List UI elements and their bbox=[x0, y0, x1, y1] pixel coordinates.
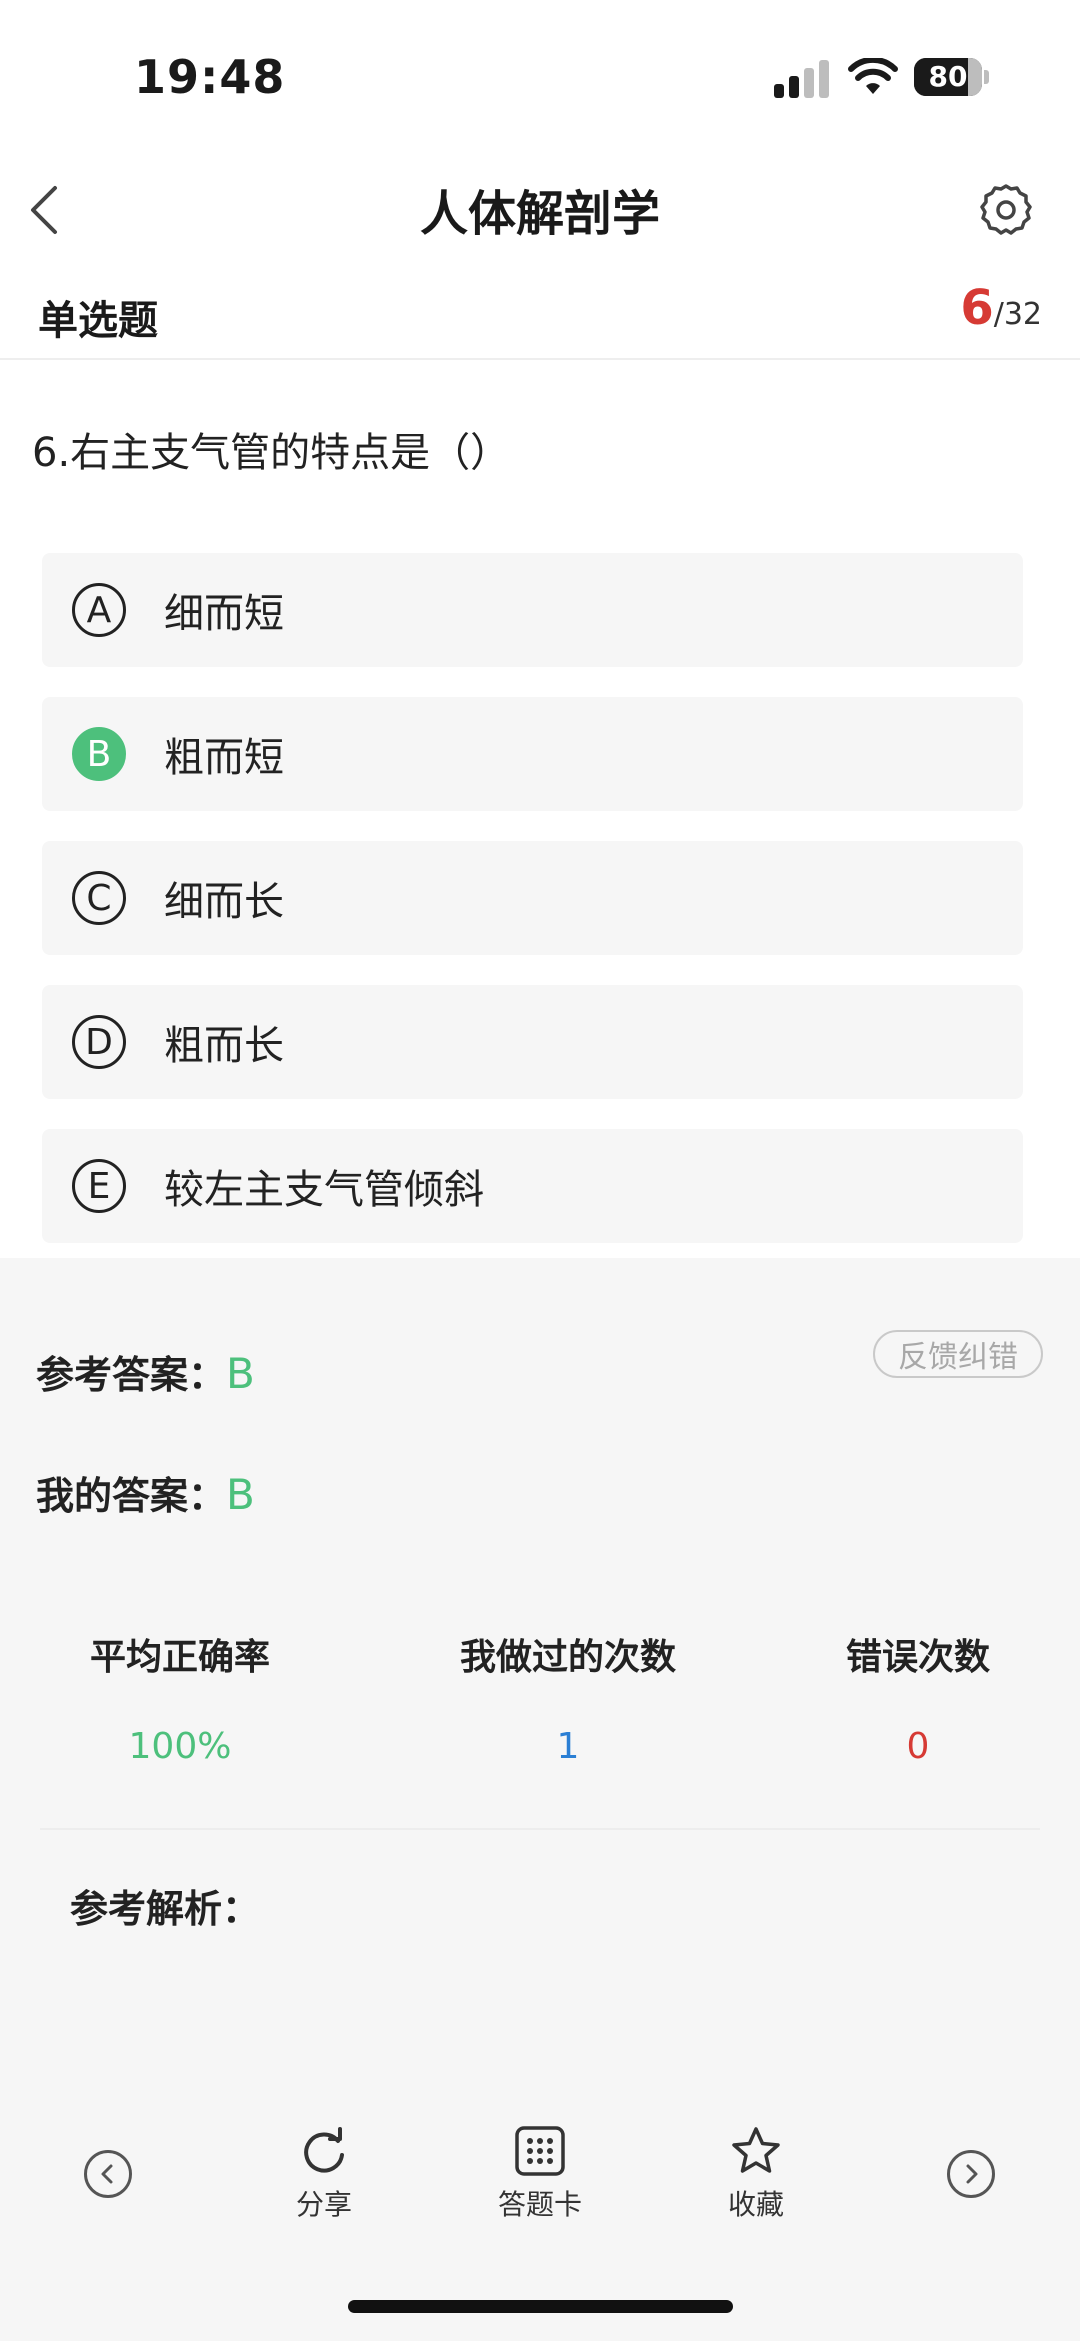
next-question-button[interactable] bbox=[947, 2150, 995, 2198]
stat-attempts: 我做过的次数 1 bbox=[440, 1628, 696, 1767]
stat-value: 1 bbox=[556, 1726, 580, 1767]
prev-question-button[interactable] bbox=[84, 2150, 132, 2198]
answer-card-button[interactable]: 答题卡 bbox=[484, 2125, 596, 2223]
star-icon bbox=[732, 2127, 780, 2173]
status-bar: 19:48 80 bbox=[0, 0, 1080, 150]
progress-total: /32 bbox=[993, 297, 1042, 332]
option-letter-selected: B bbox=[72, 727, 126, 781]
options-list: A 细而短 B 粗而短 C 细而长 D 粗而长 E 较左主支气管倾斜 bbox=[42, 553, 1023, 1273]
my-answer-label: 我的答案： bbox=[36, 1474, 227, 1518]
reference-answer-value: B bbox=[226, 1349, 255, 1398]
option-letter: E bbox=[72, 1159, 126, 1213]
favorite-label: 收藏 bbox=[727, 2188, 784, 2221]
gear-icon bbox=[980, 184, 1032, 235]
stat-label: 我做过的次数 bbox=[459, 1637, 676, 1678]
option-letter: D bbox=[72, 1015, 126, 1069]
option-text: 细而长 bbox=[164, 879, 284, 925]
question-progress: 6/32 bbox=[960, 280, 1042, 336]
chevron-right-icon bbox=[966, 2164, 978, 2184]
option-text: 粗而短 bbox=[164, 735, 284, 781]
battery-icon: 80 bbox=[914, 58, 982, 96]
option-text: 较左主支气管倾斜 bbox=[164, 1167, 484, 1213]
option-text: 细而短 bbox=[164, 591, 284, 637]
stat-value: 100% bbox=[128, 1726, 232, 1767]
option-letter: C bbox=[72, 871, 126, 925]
stat-accuracy: 平均正确率 100% bbox=[80, 1628, 280, 1767]
stat-label: 平均正确率 bbox=[89, 1637, 270, 1678]
stat-label: 错误次数 bbox=[845, 1637, 990, 1678]
option-e[interactable]: E 较左主支气管倾斜 bbox=[42, 1129, 1023, 1243]
answer-card-label: 答题卡 bbox=[497, 2188, 582, 2221]
option-b[interactable]: B 粗而短 bbox=[42, 697, 1023, 811]
battery-level: 80 bbox=[928, 60, 968, 93]
page-title: 人体解剖学 bbox=[419, 186, 660, 242]
stat-errors: 错误次数 0 bbox=[818, 1628, 1018, 1767]
progress-current: 6 bbox=[960, 280, 994, 336]
option-a[interactable]: A 细而短 bbox=[42, 553, 1023, 667]
signal-icon bbox=[772, 58, 832, 98]
question-text: 6.右主支气管的特点是（） bbox=[32, 430, 511, 476]
settings-button[interactable] bbox=[976, 180, 1036, 240]
question-type-label: 单选题 bbox=[38, 298, 158, 344]
question-type-row: 单选题 6/32 bbox=[0, 272, 1080, 360]
favorite-button[interactable]: 收藏 bbox=[706, 2125, 806, 2223]
reference-answer: 参考答案：B bbox=[36, 1344, 255, 1399]
analysis-label: 参考解析： bbox=[70, 1887, 261, 1931]
share-button[interactable]: 分享 bbox=[274, 2125, 374, 2223]
reference-answer-label: 参考答案： bbox=[36, 1353, 227, 1397]
stat-value: 0 bbox=[906, 1726, 930, 1767]
battery-cap bbox=[984, 70, 989, 84]
home-indicator bbox=[348, 2300, 733, 2313]
option-c[interactable]: C 细而长 bbox=[42, 841, 1023, 955]
status-time: 19:48 bbox=[134, 50, 286, 104]
my-answer-value: B bbox=[226, 1470, 255, 1519]
chevron-left-icon bbox=[101, 2164, 113, 2184]
feedback-button[interactable]: 反馈纠错 bbox=[873, 1330, 1043, 1378]
grid-icon bbox=[515, 2126, 565, 2176]
share-label: 分享 bbox=[295, 2188, 352, 2221]
wifi-icon bbox=[848, 58, 898, 94]
my-answer: 我的答案：B bbox=[36, 1465, 255, 1520]
divider bbox=[40, 1828, 1040, 1830]
nav-bar: 人体解剖学 bbox=[0, 150, 1080, 265]
share-icon bbox=[304, 2127, 344, 2173]
option-text: 粗而长 bbox=[164, 1023, 284, 1069]
option-d[interactable]: D 粗而长 bbox=[42, 985, 1023, 1099]
option-letter: A bbox=[72, 583, 126, 637]
